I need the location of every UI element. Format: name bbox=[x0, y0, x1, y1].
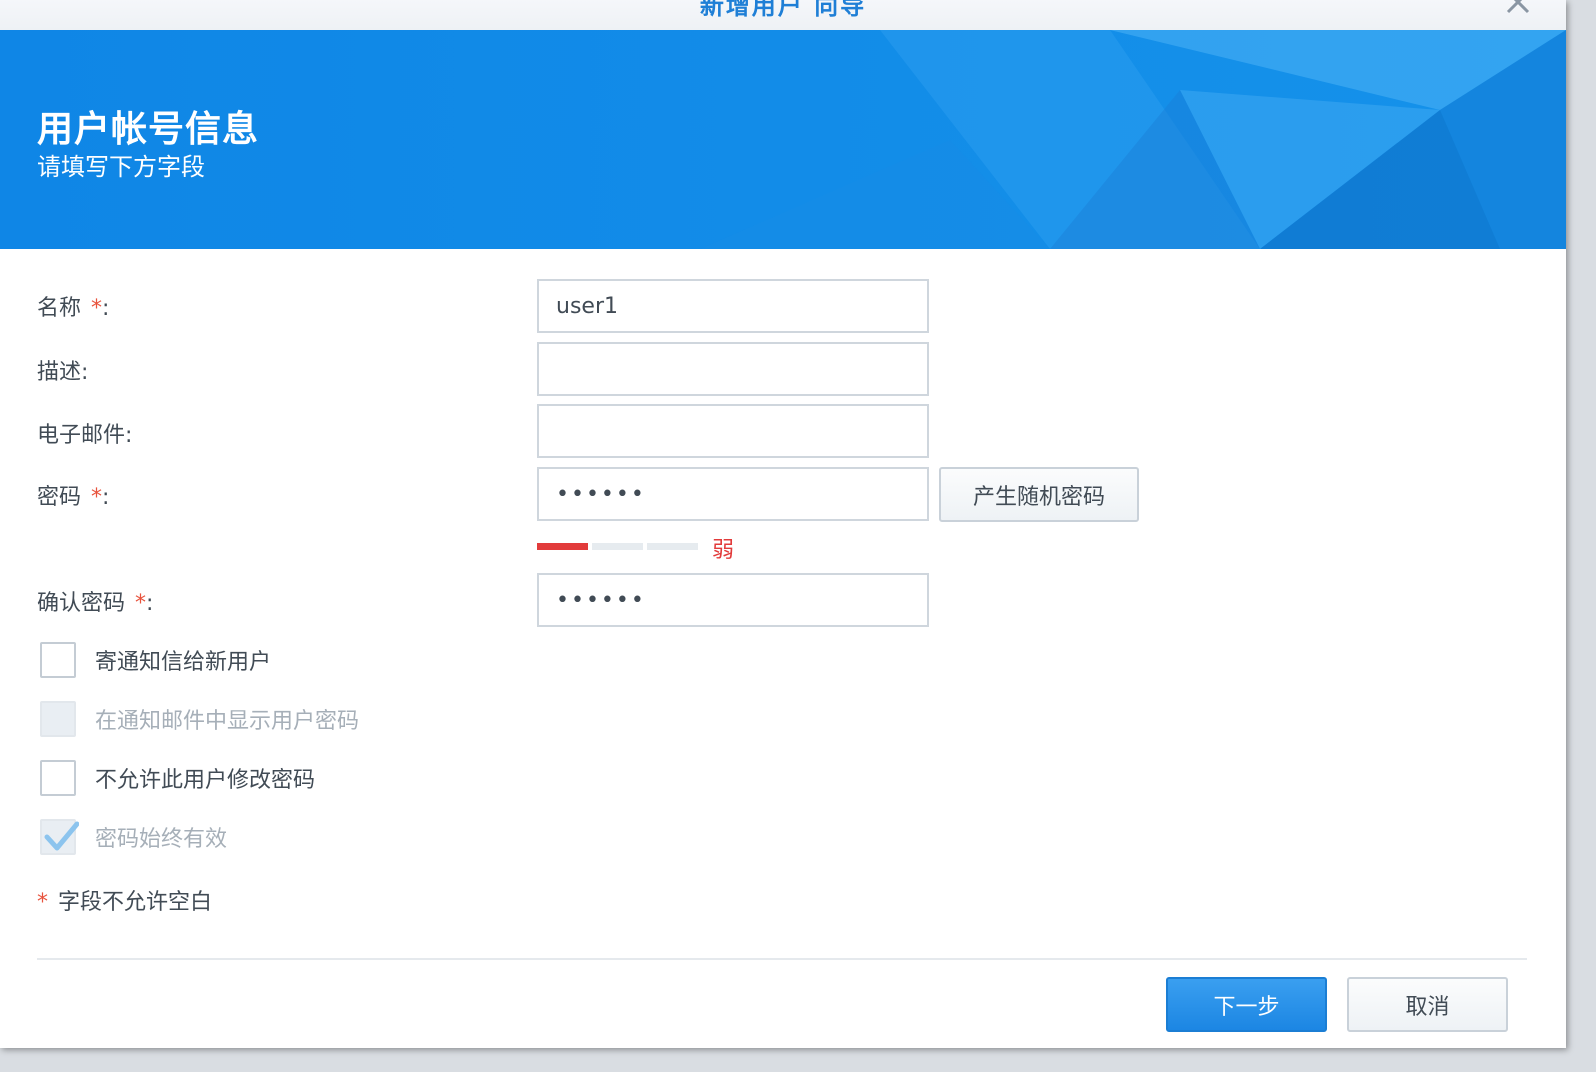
password-input[interactable] bbox=[537, 467, 929, 521]
option-show-password-in-email[interactable]: 在通知邮件中显示用户密码 bbox=[40, 701, 359, 737]
email-input[interactable] bbox=[537, 404, 929, 458]
name-input[interactable] bbox=[537, 279, 929, 333]
close-icon[interactable] bbox=[1504, 0, 1532, 16]
option-label: 不允许此用户修改密码 bbox=[95, 768, 316, 793]
password-label: 密码 *: bbox=[37, 485, 110, 510]
checkmark-icon bbox=[44, 821, 79, 851]
required-mark: * bbox=[37, 890, 48, 915]
confirm-password-label: 确认密码 *: bbox=[37, 591, 154, 616]
option-disallow-password-change[interactable]: 不允许此用户修改密码 bbox=[40, 760, 315, 796]
window-title: 新增用户 向导 bbox=[699, 0, 867, 20]
email-label: 电子邮件: bbox=[37, 423, 133, 448]
required-mark: * bbox=[135, 591, 147, 616]
option-password-never-expires[interactable]: 密码始终有效 bbox=[40, 819, 227, 855]
header-banner: 用户帐号信息 请填写下方字段 bbox=[0, 30, 1566, 249]
option-label: 寄通知信给新用户 bbox=[95, 650, 272, 675]
cancel-button[interactable]: 取消 bbox=[1347, 977, 1508, 1032]
title-bar: 新增用户 向导 bbox=[0, 0, 1566, 31]
required-mark: * bbox=[91, 296, 103, 321]
generate-password-button[interactable]: 产生随机密码 bbox=[939, 467, 1139, 522]
strength-label: 弱 bbox=[712, 538, 735, 563]
strength-segment bbox=[647, 543, 698, 550]
checkbox[interactable] bbox=[40, 760, 76, 796]
checkbox[interactable] bbox=[40, 819, 79, 855]
wizard-dialog: 新增用户 向导 用户帐号信息 请填写下方字段 名称 *: user1 描述: 电… bbox=[0, 0, 1566, 1048]
strength-segment bbox=[537, 543, 588, 550]
banner-title: 用户帐号信息 bbox=[37, 109, 260, 150]
checkbox[interactable] bbox=[40, 642, 76, 678]
option-send-notification[interactable]: 寄通知信给新用户 bbox=[40, 642, 271, 678]
confirm-password-input[interactable] bbox=[537, 573, 929, 627]
banner-subtitle: 请填写下方字段 bbox=[37, 153, 205, 181]
footer-divider bbox=[37, 958, 1527, 960]
description-input[interactable] bbox=[537, 342, 929, 396]
option-label: 密码始终有效 bbox=[95, 827, 228, 852]
required-fields-note: * 字段不允许空白 bbox=[37, 890, 213, 915]
option-label: 在通知邮件中显示用户密码 bbox=[95, 709, 360, 734]
checkbox[interactable] bbox=[40, 701, 76, 737]
required-mark: * bbox=[91, 485, 103, 510]
name-label: 名称 *: bbox=[37, 296, 110, 321]
description-label: 描述: bbox=[37, 360, 89, 385]
next-button[interactable]: 下一步 bbox=[1166, 977, 1327, 1032]
strength-segment bbox=[592, 543, 643, 550]
